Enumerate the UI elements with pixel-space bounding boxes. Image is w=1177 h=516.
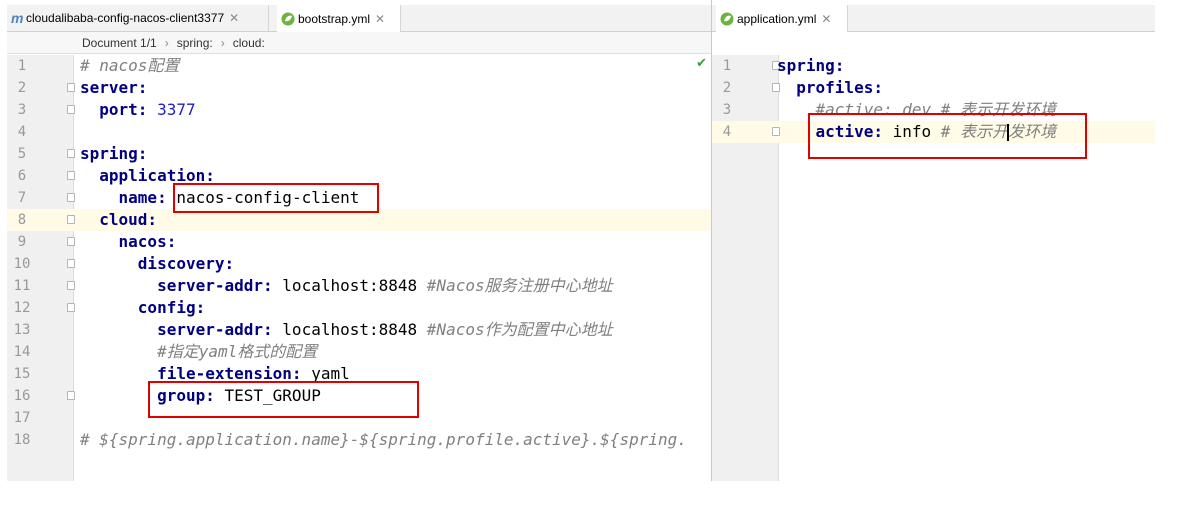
line-number: 5 <box>17 146 27 162</box>
code-text: server-addr: localhost:8848 #Nacos作为配置中心… <box>157 320 613 339</box>
code-line: 2 profiles: <box>712 77 1155 99</box>
code-line: 4 <box>7 121 711 143</box>
close-icon[interactable]: ✕ <box>821 12 831 26</box>
code-line: 11 server-addr: localhost:8848 #Nacos服务注… <box>7 275 711 297</box>
code-line: 1 spring: <box>712 55 1155 77</box>
code-text: spring: <box>80 144 148 163</box>
tab-label: cloudalibaba-config-nacos-client3377 <box>26 11 225 25</box>
right-editor-pane: application.yml ✕ 1 spring: 2 profiles: … <box>712 0 1155 481</box>
fold-icon[interactable] <box>67 105 75 114</box>
code-line: 2 server: <box>7 77 711 99</box>
line-number: 6 <box>17 168 27 184</box>
code-text: # ${spring.application.name}-${spring.pr… <box>80 430 687 449</box>
code-text: nacos: <box>118 232 177 251</box>
code-text: # nacos配置 <box>80 56 180 75</box>
line-number: 16 <box>13 388 31 404</box>
tab-application-yml[interactable]: application.yml ✕ <box>716 5 848 32</box>
code-text: profiles: <box>796 78 883 97</box>
line-number: 15 <box>13 366 31 382</box>
tab-label: application.yml <box>737 11 817 26</box>
breadcrumb-item-spring[interactable]: spring: <box>177 36 213 50</box>
code-line: 12 config: <box>7 297 711 319</box>
code-line: 14 #指定yaml格式的配置 <box>7 341 711 363</box>
chevron-right-icon: › <box>164 35 169 50</box>
breadcrumb-document[interactable]: Document 1/1 <box>82 36 157 50</box>
code-line: 3 port: 3377 <box>7 99 711 121</box>
code-text: spring: <box>777 56 845 75</box>
highlight-box-group <box>148 381 419 418</box>
line-number: 7 <box>17 190 27 206</box>
breadcrumb: Document 1/1 › spring: › cloud: <box>7 32 711 54</box>
code-text: cloud: <box>99 210 158 229</box>
highlight-box-active <box>808 113 1087 159</box>
line-number: 17 <box>13 410 31 426</box>
close-icon[interactable]: ✕ <box>229 11 239 25</box>
code-line: 18 # ${spring.application.name}-${spring… <box>7 429 711 451</box>
spring-yml-icon <box>720 12 734 25</box>
line-number: 4 <box>17 124 27 140</box>
line-number: 3 <box>722 102 732 118</box>
code-line: 5 spring: <box>7 143 711 165</box>
code-text: #指定yaml格式的配置 <box>157 342 318 361</box>
tab-project-module[interactable]: m cloudalibaba-config-nacos-client3377 ✕ <box>7 5 269 31</box>
spring-yml-icon <box>281 12 295 25</box>
line-number: 12 <box>13 300 31 316</box>
code-text: discovery: <box>137 254 235 273</box>
line-number: 11 <box>13 278 31 294</box>
code-text: config: <box>137 298 206 317</box>
right-tab-bar: application.yml ✕ <box>712 5 1155 32</box>
line-number: 3 <box>17 102 27 118</box>
tab-label: bootstrap.yml <box>298 11 371 26</box>
code-text: port: 3377 <box>99 100 196 119</box>
fold-icon[interactable] <box>67 215 75 224</box>
fold-icon[interactable] <box>67 83 75 92</box>
fold-icon[interactable] <box>67 391 75 400</box>
left-editor-pane: m cloudalibaba-config-nacos-client3377 ✕… <box>7 0 711 481</box>
breadcrumb-item-cloud[interactable]: cloud: <box>233 36 265 50</box>
code-line: 10 discovery: <box>7 253 711 275</box>
code-text: server: <box>80 78 148 97</box>
maven-module-icon: m <box>11 10 24 26</box>
fold-icon[interactable] <box>67 171 75 180</box>
line-number: 2 <box>17 80 27 96</box>
highlight-box-name <box>173 183 379 213</box>
fold-icon[interactable] <box>67 281 75 290</box>
chevron-right-icon: › <box>220 35 225 50</box>
fold-icon[interactable] <box>67 259 75 268</box>
code-line: 9 nacos: <box>7 231 711 253</box>
line-number: 1 <box>722 58 732 74</box>
line-number: 2 <box>722 80 732 96</box>
fold-icon[interactable] <box>67 149 75 158</box>
line-number: 13 <box>13 322 31 338</box>
line-number: 10 <box>13 256 31 272</box>
fold-icon[interactable] <box>67 303 75 312</box>
code-line: 1 # nacos配置 <box>7 55 711 77</box>
code-line: 13 server-addr: localhost:8848 #Nacos作为配… <box>7 319 711 341</box>
fold-icon[interactable] <box>67 237 75 246</box>
code-text: server-addr: localhost:8848 #Nacos服务注册中心… <box>157 276 613 295</box>
line-number: 14 <box>13 344 31 360</box>
tab-bootstrap-yml[interactable]: bootstrap.yml ✕ <box>277 5 401 32</box>
fold-icon[interactable] <box>67 193 75 202</box>
left-tab-bar: m cloudalibaba-config-nacos-client3377 ✕… <box>7 5 711 32</box>
line-number: 18 <box>13 432 31 448</box>
line-number: 4 <box>722 124 732 140</box>
line-number: 1 <box>17 58 27 74</box>
line-number: 8 <box>17 212 27 228</box>
line-number: 9 <box>17 234 27 250</box>
close-icon[interactable]: ✕ <box>375 12 385 26</box>
